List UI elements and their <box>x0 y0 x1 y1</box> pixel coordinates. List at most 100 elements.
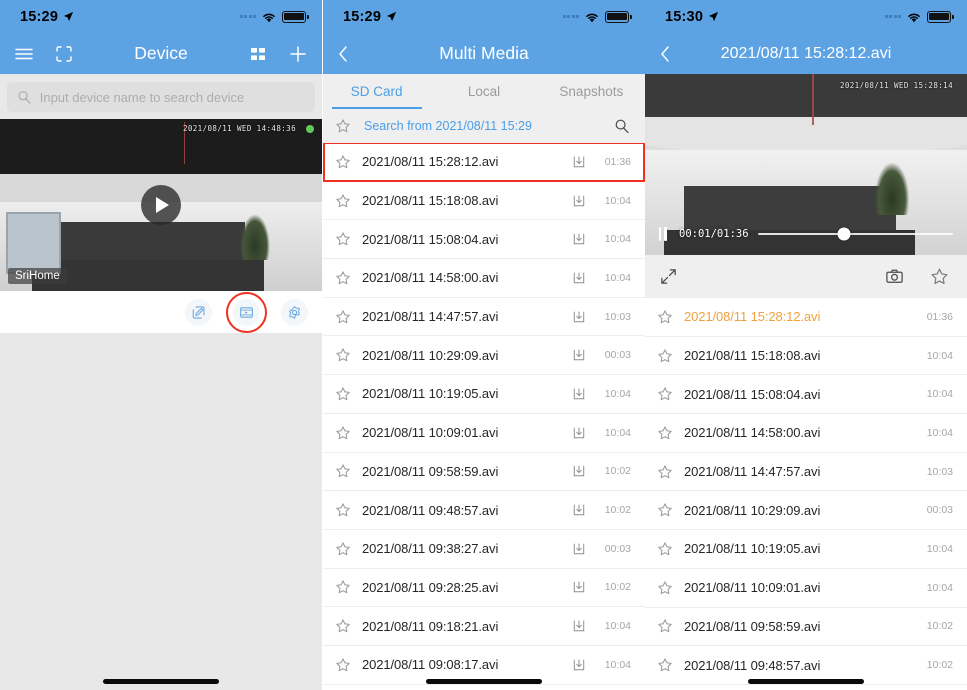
video-progress-thumb[interactable] <box>837 227 851 241</box>
download-icon[interactable] <box>572 387 586 401</box>
gear-icon <box>289 305 300 319</box>
star-outline-icon[interactable] <box>335 386 351 402</box>
star-outline-icon[interactable] <box>335 309 351 325</box>
star-outline-icon[interactable] <box>657 386 673 402</box>
table-row[interactable]: 2021/08/11 09:18:21.avi 10:04 <box>323 607 645 646</box>
table-row[interactable]: 2021/08/11 14:47:57.avi 10:03 <box>323 297 645 337</box>
tab-snapshots[interactable]: Snapshots <box>538 74 645 109</box>
star-outline-icon[interactable] <box>335 579 351 595</box>
tab-sd-card[interactable]: SD Card <box>323 74 430 109</box>
download-icon[interactable] <box>572 464 586 478</box>
table-row[interactable]: 2021/08/11 15:18:08.avi 10:04 <box>645 336 967 376</box>
file-duration: 00:03 <box>604 349 631 362</box>
file-name: 2021/08/11 10:19:05.avi <box>362 386 499 402</box>
grid-view-icon[interactable] <box>248 44 268 64</box>
play-button[interactable] <box>141 185 181 225</box>
camera-preview[interactable]: 2021/08/11 WED 14:48:36 SriHome <box>0 119 322 291</box>
star-outline-icon[interactable] <box>657 541 673 557</box>
file-duration: 10:04 <box>604 387 631 400</box>
download-icon[interactable] <box>572 194 586 208</box>
star-outline-icon[interactable] <box>335 502 351 518</box>
star-outline-icon[interactable] <box>930 267 949 286</box>
video-controls: 00:01/01:36 <box>645 227 967 241</box>
status-time-3: 15:30 <box>665 9 719 25</box>
download-icon[interactable] <box>572 580 586 594</box>
star-outline-icon[interactable] <box>657 580 673 596</box>
tab-local[interactable]: Local <box>430 74 537 109</box>
file-name: 2021/08/11 10:09:01.avi <box>362 425 499 441</box>
device-card[interactable]: 2021/08/11 WED 14:48:36 SriHome <box>0 119 322 333</box>
star-outline-icon[interactable] <box>335 463 351 479</box>
plus-icon[interactable] <box>288 44 308 64</box>
search-input[interactable] <box>39 89 305 105</box>
star-outline-icon[interactable] <box>335 347 351 363</box>
download-icon[interactable] <box>572 271 586 285</box>
preview-plant <box>240 214 271 261</box>
qr-scan-icon[interactable] <box>54 44 74 64</box>
star-outline-icon[interactable] <box>335 618 351 634</box>
download-icon[interactable] <box>572 310 586 324</box>
table-row[interactable]: 2021/08/11 15:28:12.avi 01:36 <box>645 298 967 337</box>
table-row[interactable]: 2021/08/11 09:58:59.avi 10:02 <box>323 452 645 492</box>
table-row[interactable]: 2021/08/11 14:47:57.avi 10:03 <box>645 452 967 492</box>
star-outline-icon[interactable] <box>657 502 673 518</box>
video-progress-slider[interactable] <box>757 227 953 241</box>
star-outline-icon[interactable] <box>657 464 673 480</box>
download-icon[interactable] <box>572 542 586 556</box>
star-outline-icon[interactable] <box>657 618 673 634</box>
table-row[interactable]: 2021/08/11 15:28:12.avi 01:36 <box>323 143 645 182</box>
download-icon[interactable] <box>572 658 586 672</box>
download-icon[interactable] <box>572 426 586 440</box>
fullscreen-expand-icon[interactable] <box>659 267 678 286</box>
video-player[interactable]: 2021/08/11 WED 15:28:14 00:01/01:36 <box>645 74 967 255</box>
table-row[interactable]: 2021/08/11 14:58:00.avi 10:04 <box>645 414 967 453</box>
star-outline-icon[interactable] <box>657 425 673 441</box>
back-chevron-icon[interactable] <box>659 44 671 64</box>
download-icon[interactable] <box>572 619 586 633</box>
star-outline-icon[interactable] <box>335 154 351 170</box>
star-outline-icon[interactable] <box>335 231 351 247</box>
table-row[interactable]: 2021/08/11 09:48:57.avi 10:02 <box>323 491 645 530</box>
table-row[interactable]: 2021/08/11 09:38:27.avi 00:03 <box>323 529 645 569</box>
table-row[interactable]: 2021/08/11 10:19:05.avi 10:04 <box>645 530 967 569</box>
table-row[interactable]: 2021/08/11 10:29:09.avi 00:03 <box>323 336 645 376</box>
device-search-bar[interactable] <box>7 82 315 112</box>
star-outline-icon[interactable] <box>335 425 351 441</box>
player-file-list[interactable]: 2021/08/11 15:28:12.avi 01:36 2021/08/11 1… <box>645 298 967 685</box>
table-row[interactable]: 2021/08/11 15:08:04.avi 10:04 <box>323 220 645 260</box>
multi-media-button[interactable] <box>226 291 267 333</box>
download-icon[interactable] <box>572 348 586 362</box>
table-row[interactable]: 2021/08/11 10:09:01.avi 10:04 <box>645 568 967 608</box>
online-status-dot <box>306 125 314 133</box>
device-settings-button[interactable] <box>281 298 308 326</box>
camera-icon[interactable] <box>885 267 904 286</box>
sd-card-file-list[interactable]: 2021/08/11 15:28:12.avi 01:36 2021/08/11 1… <box>323 143 645 685</box>
table-row[interactable]: 2021/08/11 09:28:25.avi 10:02 <box>323 568 645 608</box>
star-outline-icon[interactable] <box>335 657 351 673</box>
star-outline-icon[interactable] <box>657 309 673 325</box>
star-outline-icon[interactable] <box>657 657 673 673</box>
download-icon[interactable] <box>572 155 586 169</box>
pause-icon[interactable] <box>659 227 670 241</box>
star-outline-icon[interactable] <box>335 193 351 209</box>
edit-square-icon <box>192 305 205 319</box>
star-outline-icon[interactable] <box>335 270 351 286</box>
table-row[interactable]: 2021/08/11 10:19:05.avi 10:04 <box>323 375 645 414</box>
table-row[interactable]: 2021/08/11 15:18:08.avi 10:04 <box>323 181 645 221</box>
back-chevron-icon[interactable] <box>337 44 349 64</box>
file-name: 2021/08/11 15:08:04.avi <box>362 231 499 247</box>
table-row[interactable]: 2021/08/11 09:58:59.avi 10:02 <box>645 607 967 647</box>
download-icon[interactable] <box>572 232 586 246</box>
hamburger-menu-icon[interactable] <box>14 44 34 64</box>
table-row[interactable]: 2021/08/11 10:09:01.avi 10:04 <box>323 413 645 453</box>
star-outline-icon[interactable] <box>335 118 351 134</box>
table-row[interactable]: 2021/08/11 14:58:00.avi 10:04 <box>323 259 645 298</box>
download-icon[interactable] <box>572 503 586 517</box>
table-row[interactable]: 2021/08/11 10:29:09.avi 00:03 <box>645 491 967 531</box>
table-row[interactable]: 2021/08/11 15:08:04.avi 10:04 <box>645 375 967 415</box>
star-outline-icon[interactable] <box>335 541 351 557</box>
star-outline-icon[interactable] <box>657 348 673 364</box>
edit-device-button[interactable] <box>185 298 212 326</box>
search-icon[interactable] <box>614 118 630 134</box>
search-from-label[interactable]: Search from 2021/08/11 15:29 <box>364 119 601 133</box>
